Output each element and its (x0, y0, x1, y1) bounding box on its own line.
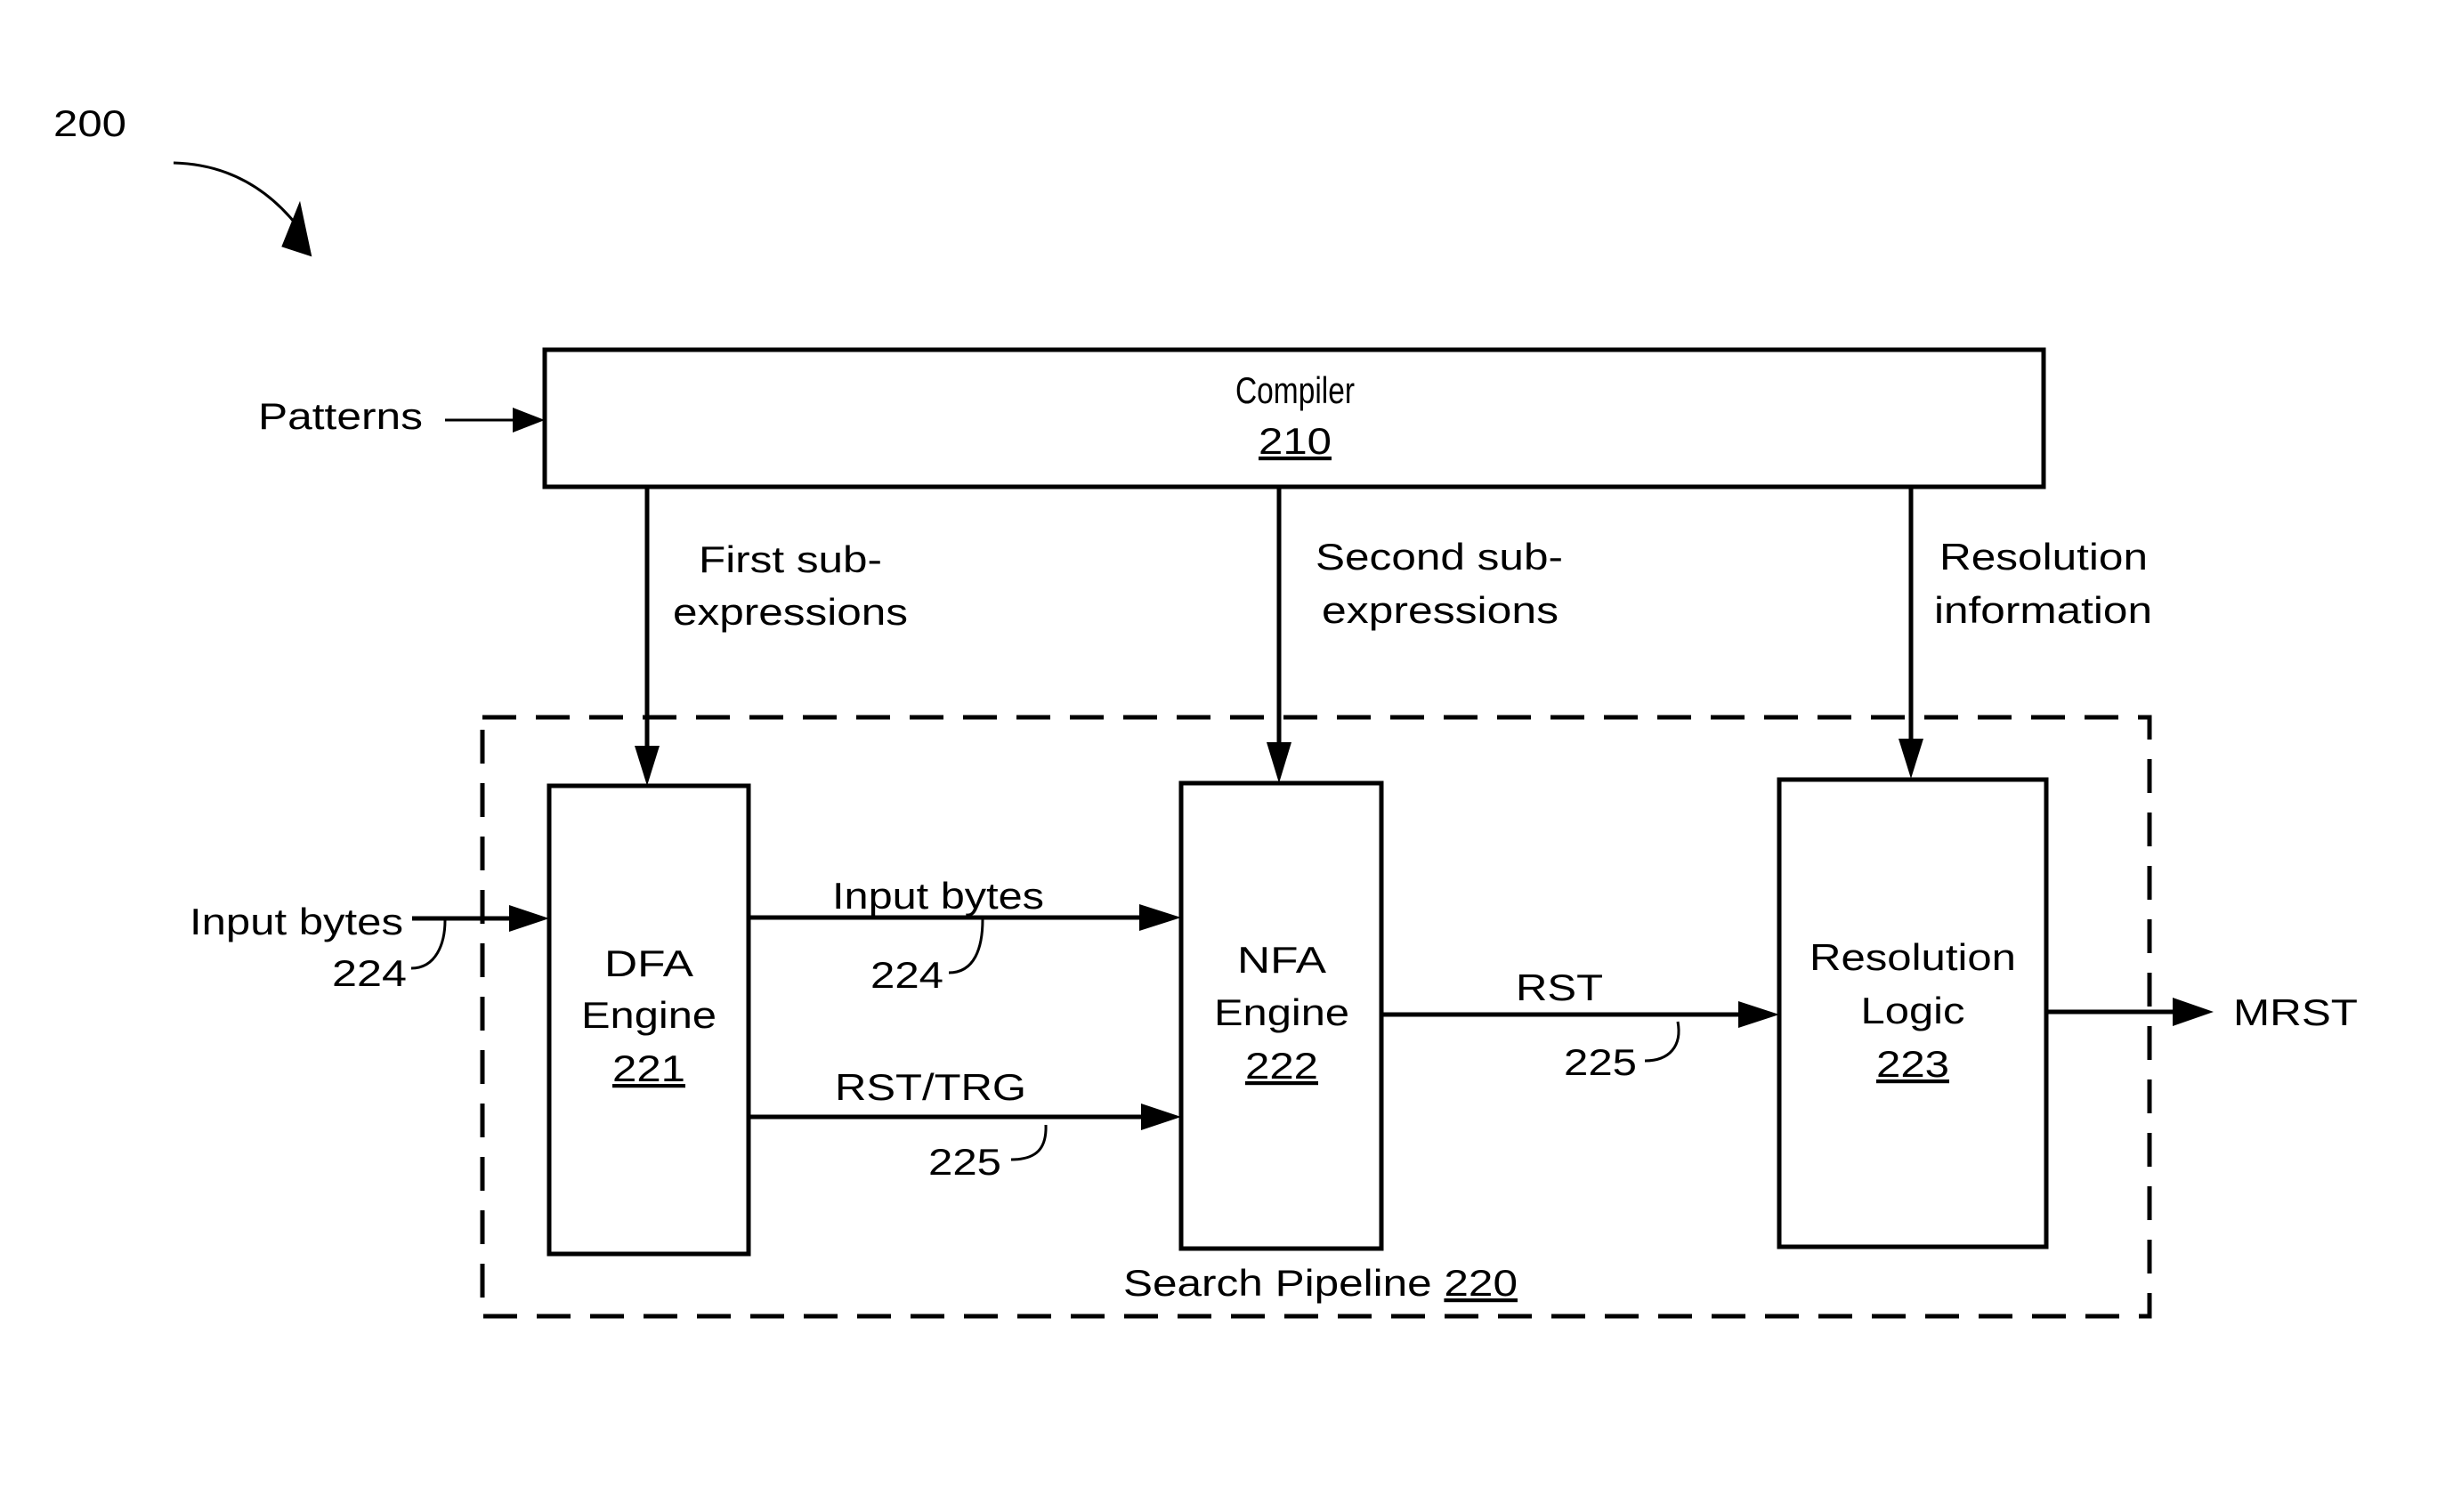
search-pipeline-name: Search Pipeline (1123, 1262, 1432, 1304)
second-subexpressions-arrow (1267, 487, 1291, 783)
dfa-engine-label-line2: Engine (581, 994, 717, 1036)
input-bytes-ref: 224 (332, 952, 407, 994)
search-system-diagram: 200 Compiler 210 Patterns First sub- exp… (53, 102, 2358, 1319)
second-subexpressions-label-line1: Second sub- (1316, 536, 1563, 578)
compiler-title: Compiler (1235, 369, 1355, 411)
search-pipeline-label: Search Pipeline 220 (1123, 1262, 1518, 1304)
resolution-information-label-line1: Resolution (1939, 536, 2148, 578)
mrst-output-arrow (2046, 998, 2214, 1026)
nfa-engine-label-line1: NFA (1237, 939, 1326, 981)
dfa-to-nfa-rst-trg-label: RST/TRG (835, 1066, 1026, 1108)
mrst-output-label: MRST (2233, 991, 2358, 1033)
second-subexpressions-label-line2: expressions (1322, 589, 1559, 631)
input-bytes-ref-leader (410, 919, 447, 970)
resolution-information-arrow (1899, 487, 1923, 779)
input-bytes-label: Input bytes (190, 901, 403, 942)
patterns-arrow (445, 408, 545, 433)
first-subexpressions-label-line1: First sub- (699, 538, 882, 580)
nfa-engine-label-line2: Engine (1214, 991, 1349, 1033)
search-pipeline-ref: 220 (1444, 1262, 1518, 1304)
nfa-to-resolution-rst-ref: 225 (1564, 1041, 1637, 1083)
figure-ref-number: 200 (53, 102, 126, 144)
dfa-engine-label-line1: DFA (604, 942, 693, 984)
resolution-logic-label-line1: Resolution (1810, 936, 2016, 978)
nfa-to-resolution-rst-label: RST (1516, 966, 1603, 1008)
dfa-to-nfa-rst-trg-ref: 225 (928, 1141, 1001, 1183)
nfa-to-resolution-rst-ref-leader (1644, 1021, 1680, 1063)
resolution-logic-label-line2: Logic (1861, 990, 1965, 1031)
resolution-information-label-line2: information (1934, 589, 2152, 631)
resolution-logic-ref: 223 (1876, 1043, 1949, 1085)
first-subexpressions-arrow (635, 487, 660, 786)
dfa-engine-ref: 221 (612, 1047, 685, 1089)
dfa-to-nfa-input-bytes-ref-leader (948, 918, 984, 974)
patterns-label: Patterns (258, 395, 423, 437)
first-subexpressions-label-line2: expressions (673, 591, 908, 633)
dfa-to-nfa-rst-trg-ref-leader (1010, 1124, 1048, 1161)
nfa-engine-ref: 222 (1245, 1045, 1318, 1087)
compiler-ref: 210 (1259, 420, 1332, 462)
dfa-to-nfa-input-bytes-ref: 224 (870, 954, 943, 996)
figure-ref-arrow (173, 161, 312, 257)
dfa-to-nfa-input-bytes-label: Input bytes (832, 875, 1044, 917)
